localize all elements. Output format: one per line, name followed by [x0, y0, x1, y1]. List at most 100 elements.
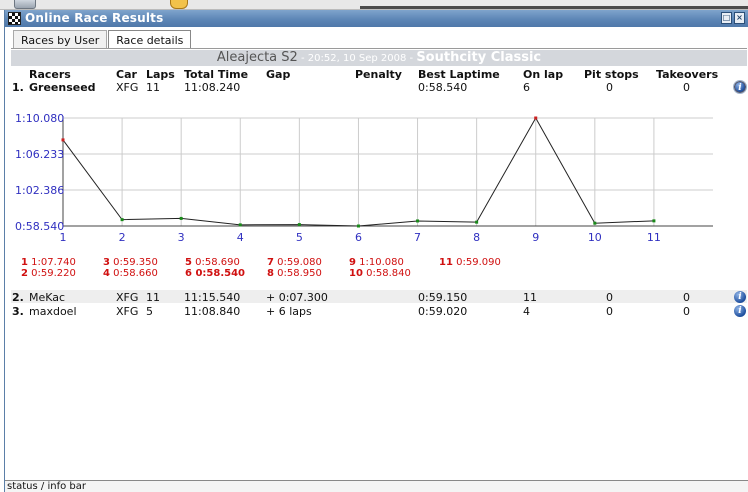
result-position: 2. — [12, 291, 24, 304]
column-gap: Gap — [266, 68, 291, 81]
lap-time-item: 9 1:10.080 — [349, 257, 404, 268]
result-laps: 11 — [146, 291, 160, 304]
result-car: XFG — [116, 81, 139, 94]
x-tick-label: 3 — [178, 231, 185, 244]
y-tick-label: 1:06.233 — [15, 148, 64, 161]
data-point — [534, 116, 538, 120]
data-point — [416, 219, 420, 223]
tab-race-details[interactable]: Race details — [108, 30, 192, 49]
x-tick-label: 1 — [60, 231, 67, 244]
column-on-lap: On lap — [523, 68, 564, 81]
column-total-time: Total Time — [184, 68, 249, 81]
race-date-time: - 20:52, 10 Sep 2008 - — [297, 53, 417, 64]
data-point — [61, 138, 65, 142]
race-track-name: Southcity Classic — [416, 50, 542, 65]
x-tick-label: 9 — [532, 231, 539, 244]
data-point — [475, 220, 479, 224]
column-car: Car — [116, 68, 137, 81]
y-tick-label: 1:10.080 — [15, 112, 64, 125]
lap-time-item: 3 0:59.350 — [103, 257, 158, 268]
maximize-button[interactable]: □ — [721, 12, 732, 24]
result-gap: + 6 laps — [266, 305, 312, 318]
close-button[interactable]: × — [734, 12, 745, 24]
race-header: Aleajecta S2 - 20:52, 10 Sep 2008 - Sout… — [11, 50, 747, 66]
result-takeovers: 0 — [683, 305, 690, 318]
column-laps: Laps — [146, 68, 175, 81]
x-tick-label: 8 — [473, 231, 480, 244]
result-total-time: 11:08.240 — [184, 81, 241, 94]
racer-name[interactable]: Greenseed — [29, 81, 96, 94]
column-pit-stops: Pit stops — [584, 68, 639, 81]
result-car: XFG — [116, 291, 139, 304]
result-takeovers: 0 — [683, 81, 690, 94]
result-best-laptime: 0:59.020 — [418, 305, 468, 318]
lap-time-item: 2 0:59.220 — [21, 268, 76, 279]
title-bar[interactable]: Online Race Results □ × — [5, 10, 748, 27]
result-best-laptime: 0:58.540 — [418, 81, 468, 94]
x-tick-label: 2 — [119, 231, 126, 244]
x-tick-label: 10 — [588, 231, 602, 244]
lap-time-item: 10 0:58.840 — [349, 268, 411, 279]
checkered-flag-icon — [8, 12, 21, 25]
tab-races-by-user[interactable]: Races by User — [13, 30, 108, 49]
data-point — [297, 223, 301, 227]
result-pit-stops: 0 — [606, 291, 613, 304]
chart-tick-labels: 0:58.540 1:02.386 1:06.233 1:10.080 1 2 3 4 5 6 7 8… — [15, 112, 661, 244]
column-takeovers: Takeovers — [656, 68, 719, 81]
lap-time-item-best: 6 0:58.540 — [185, 268, 245, 279]
column-best-laptime: Best Laptime — [418, 68, 500, 81]
data-point — [356, 224, 360, 228]
y-tick-label: 0:58.540 — [15, 220, 64, 233]
desktop-divider — [360, 6, 748, 9]
result-laps: 5 — [146, 305, 153, 318]
result-on-lap: 11 — [523, 291, 537, 304]
result-takeovers: 0 — [683, 291, 690, 304]
lap-time-item: 11 0:59.090 — [439, 257, 501, 268]
lap-time-item: 5 0:58.690 — [185, 257, 240, 268]
lap-time-item: 1 1:07.740 — [21, 257, 76, 268]
result-pit-stops: 0 — [606, 81, 613, 94]
racer-name[interactable]: maxdoel — [29, 305, 77, 318]
result-car: XFG — [116, 305, 139, 318]
data-point — [593, 221, 597, 225]
result-on-lap: 6 — [523, 81, 530, 94]
lap-time-item: 4 0:58.660 — [103, 268, 158, 279]
data-point — [238, 223, 242, 227]
info-icon[interactable]: i — [733, 80, 747, 94]
result-total-time: 11:08.840 — [184, 305, 241, 318]
result-laps: 11 — [146, 81, 160, 94]
result-total-time: 11:15.540 — [184, 291, 241, 304]
desktop-app-icon[interactable] — [170, 0, 188, 9]
lap-time-item: 8 0:58.950 — [267, 268, 322, 279]
y-tick-label: 1:02.386 — [15, 184, 64, 197]
status-bar: status / info bar — [5, 480, 748, 492]
x-tick-label: 4 — [237, 231, 244, 244]
racer-name[interactable]: MeKac — [29, 291, 65, 304]
column-racers: Racers — [29, 68, 71, 81]
tab-strip: Races by User Race details — [13, 30, 192, 49]
x-tick-label: 7 — [414, 231, 421, 244]
race-car-name: Aleajecta S2 — [216, 50, 298, 65]
window-title: Online Race Results — [25, 11, 164, 25]
result-gap: + 0:07.300 — [266, 291, 328, 304]
chart-axes — [62, 116, 713, 227]
data-point — [652, 219, 656, 223]
online-race-results-window: Online Race Results □ × Races by User Ra… — [4, 10, 748, 492]
data-point — [120, 218, 124, 222]
result-position: 1. — [12, 81, 24, 94]
chart-grid — [62, 117, 713, 227]
info-icon[interactable]: i — [734, 291, 746, 303]
lap-time-chart: 0:58.540 1:02.386 1:06.233 1:10.080 1 2 3 4 5 6 7 8… — [15, 112, 713, 244]
x-tick-label: 5 — [296, 231, 303, 244]
column-penalty: Penalty — [355, 68, 402, 81]
desktop-strip — [0, 0, 748, 10]
lap-time-item: 7 0:59.080 — [267, 257, 322, 268]
desktop-racing-icon[interactable] — [14, 0, 36, 9]
data-point — [179, 216, 183, 220]
info-icon[interactable]: i — [734, 305, 746, 317]
result-position: 3. — [12, 305, 24, 318]
x-tick-label: 6 — [355, 231, 362, 244]
x-tick-label: 11 — [647, 231, 661, 244]
result-best-laptime: 0:59.150 — [418, 291, 468, 304]
result-pit-stops: 0 — [606, 305, 613, 318]
